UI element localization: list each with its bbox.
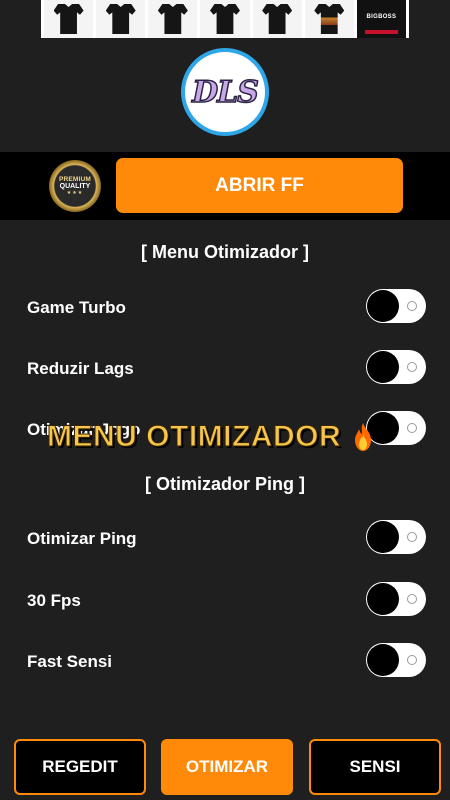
- toggle-knob: [367, 644, 399, 676]
- ad-product-image[interactable]: [304, 0, 354, 38]
- reduzir-lags-toggle[interactable]: [366, 350, 426, 384]
- tshirt-icon: [157, 4, 188, 34]
- otimizar-jogo-label: Otimizar Jogo: [27, 420, 141, 439]
- reduzir-lags-label: Reduzir Lags: [27, 359, 134, 378]
- fast-sensi-toggle[interactable]: [366, 643, 426, 677]
- menu-otimizador-title: [ Menu Otimizador ]: [141, 242, 309, 262]
- premium-badge-stars: ★★★: [66, 190, 84, 196]
- otimizar-ping-toggle[interactable]: [366, 520, 426, 554]
- toggle-knob: [367, 351, 399, 383]
- 30-fps-toggle[interactable]: [366, 582, 426, 616]
- 30-fps-label: 30 Fps: [27, 591, 81, 610]
- premium-badge-line1: PREMIUM: [58, 176, 92, 183]
- tshirt-icon: [53, 4, 84, 34]
- toggle-knob: [367, 521, 399, 553]
- ad-brand-bar: [364, 30, 398, 34]
- regedit-button[interactable]: REGEDIT: [14, 739, 146, 795]
- otimizar-jogo-toggle[interactable]: [366, 411, 426, 445]
- toggle-knob: [367, 290, 399, 322]
- ad-product-image[interactable]: [148, 0, 198, 38]
- app-logo: DLS: [181, 48, 269, 136]
- open-ff-button[interactable]: ABRIR FF: [116, 158, 403, 213]
- game-turbo-label: Game Turbo: [27, 298, 126, 317]
- ad-product-image[interactable]: [96, 0, 146, 38]
- premium-badge-line2: QUALITY: [59, 183, 91, 190]
- ad-product-image[interactable]: [252, 0, 302, 38]
- ad-product-image[interactable]: [200, 0, 250, 38]
- toggle-off-indicator: [407, 532, 417, 542]
- tshirt-icon: [262, 4, 293, 34]
- fast-sensi-label: Fast Sensi: [27, 652, 113, 671]
- toggle-off-indicator: [407, 655, 417, 665]
- tshirt-icon: [314, 4, 345, 34]
- app-logo-text: DLS: [191, 74, 259, 111]
- tshirt-icon: [209, 4, 240, 34]
- toggle-knob: [367, 412, 399, 444]
- otimizador-ping-title: [ Otimizador Ping ]: [145, 474, 305, 494]
- premium-quality-badge: PREMIUM QUALITY ★★★: [49, 160, 101, 212]
- ad-brand-name: BIGBOSS: [366, 14, 397, 20]
- game-turbo-toggle[interactable]: [366, 289, 426, 323]
- ad-brand-image[interactable]: BIGBOSS: [356, 0, 406, 38]
- otimizar-ping-label: Otimizar Ping: [27, 529, 137, 548]
- sensi-button[interactable]: SENSI: [309, 739, 441, 795]
- otimizar-button[interactable]: OTIMIZAR: [161, 739, 293, 795]
- ad-banner[interactable]: BIGBOSS: [41, 0, 409, 38]
- toggle-knob: [367, 583, 399, 615]
- toggle-off-indicator: [407, 423, 417, 433]
- tshirt-icon: [105, 4, 136, 34]
- ad-product-image[interactable]: [44, 0, 94, 38]
- toggle-off-indicator: [407, 301, 417, 311]
- toggle-off-indicator: [407, 362, 417, 372]
- toggle-off-indicator: [407, 594, 417, 604]
